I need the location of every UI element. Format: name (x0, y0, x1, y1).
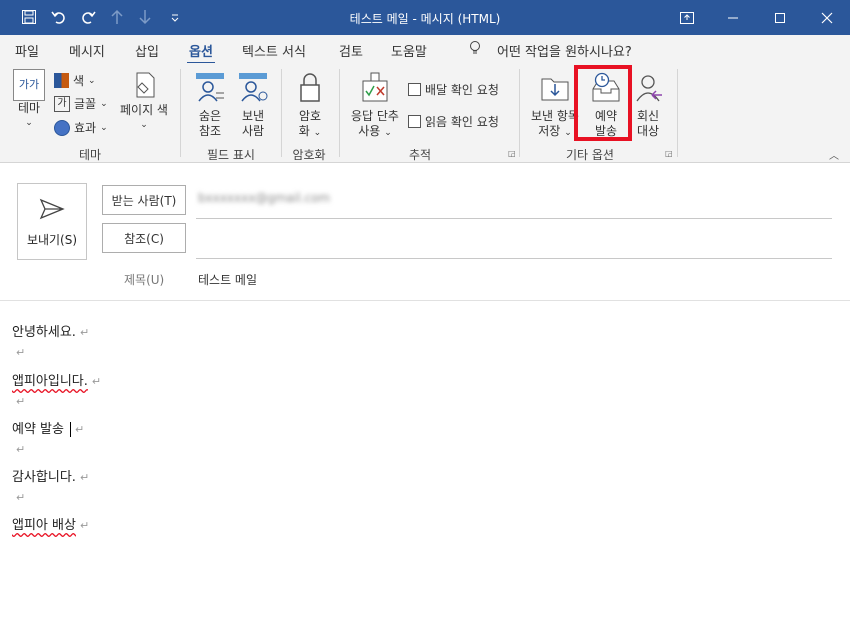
send-icon (39, 198, 65, 220)
body-line: 안녕하세요. ↵ (12, 325, 90, 340)
tab-message[interactable]: 메시지 (69, 41, 105, 60)
checkbox-icon (408, 83, 421, 96)
colors-button[interactable]: 색 ⌄ (54, 72, 96, 89)
group-label-tracking: 추적 (408, 148, 432, 162)
tab-insert[interactable]: 삽입 (135, 41, 159, 60)
from-icon (239, 73, 268, 102)
group-divider (281, 69, 282, 157)
message-body[interactable]: 안녕하세요. ↵ ↵ 앱피아입니다. ↵ ↵ 예약 발송 ↵ ↵ 감사합니다. ↵ ↵ … (0, 301, 850, 643)
request-delivery-receipt-checkbox[interactable]: 배달 확인 요청 (408, 81, 499, 98)
group-label-more-options: 기타 옵션 (566, 148, 614, 162)
themes-button[interactable]: 가가 테마 ⌄ (11, 69, 47, 131)
tab-review[interactable]: 검토 (339, 41, 363, 60)
page-color-button[interactable]: 페이지 색 ⌄ (114, 71, 174, 133)
minimize-icon[interactable] (710, 0, 756, 35)
cc-button[interactable]: 참조(C) (102, 223, 186, 253)
group-divider (180, 69, 181, 157)
from-button[interactable]: 보낸 사람 (235, 71, 271, 139)
title-bar: 테스트 메일 - 메시지 (HTML) (0, 0, 850, 35)
body-line: 감사합니다. ↵ (12, 470, 90, 485)
group-label-theme: 테마 (78, 148, 102, 162)
font-icon: 가 (54, 95, 70, 112)
request-read-receipt-checkbox[interactable]: 읽음 확인 요청 (408, 113, 499, 130)
direct-replies-button[interactable]: 회신 대상 (631, 71, 665, 139)
to-button[interactable]: 받는 사람(T) (102, 185, 186, 215)
voting-buttons-button[interactable]: 응답 단추 사용 ⌄ (346, 71, 404, 141)
group-divider (519, 69, 520, 157)
themes-icon: 가가 (13, 69, 45, 101)
to-underline (196, 218, 832, 219)
voting-icon (362, 72, 388, 102)
body-line: ↵ (16, 443, 26, 456)
lock-icon (300, 73, 320, 102)
body-line: 앱피아 배상 ↵ (12, 518, 90, 533)
group-label-show-fields: 필드 표시 (207, 148, 255, 162)
color-palette-icon (54, 73, 69, 88)
checkbox-icon (408, 115, 421, 128)
page-color-icon (136, 72, 155, 98)
body-line: ↵ (16, 491, 26, 504)
text-cursor (69, 422, 71, 437)
to-input[interactable]: bxxxxxxx@gmail.com (198, 191, 330, 205)
bcc-button[interactable]: 숨은 참조 (192, 71, 228, 139)
tell-me-search[interactable]: 어떤 작업을 원하시나요? (497, 41, 632, 60)
effects-button[interactable]: 효과 ⌄ (54, 119, 108, 136)
tab-format-text[interactable]: 텍스트 서식 (242, 41, 306, 60)
compose-header: 보내기(S) 받는 사람(T) bxxxxxxx@gmail.com 참조(C)… (0, 163, 850, 301)
body-line: 앱피아입니다. ↵ (12, 374, 102, 389)
effects-icon (54, 119, 70, 136)
body-line: ↵ (16, 346, 26, 359)
group-divider (677, 69, 678, 157)
encrypt-button[interactable]: 암호 화 ⌄ (292, 71, 328, 141)
ribbon: 가가 테마 ⌄ 색 ⌄ 가 글꼴 ⌄ 효과 ⌄ 페이지 색 ⌄ 테마 숨은 참조 보낸… (0, 63, 850, 163)
body-line: ↵ (16, 395, 26, 408)
tab-help[interactable]: 도움말 (391, 41, 427, 60)
maximize-icon[interactable] (757, 0, 803, 35)
group-label-encrypt: 암호화 (292, 148, 326, 162)
subject-label: 제목(U) (124, 273, 165, 287)
folder-arrow-icon (541, 78, 569, 101)
ribbon-display-options-icon[interactable] (664, 0, 710, 35)
subject-input[interactable]: 테스트 메일 (198, 271, 257, 288)
tracking-dialog-launcher-icon[interactable]: ◲ (508, 149, 516, 158)
tab-file[interactable]: 파일 (15, 41, 39, 60)
close-icon[interactable] (804, 0, 850, 35)
bcc-icon (196, 73, 224, 102)
send-button[interactable]: 보내기(S) (17, 183, 87, 260)
collapse-ribbon-icon[interactable]: ︿ (829, 147, 839, 162)
ribbon-tabs: 파일 메시지 삽입 옵션 텍스트 서식 검토 도움말 어떤 작업을 원하시나요? (0, 35, 850, 65)
direct-replies-icon (636, 75, 662, 102)
cc-underline (196, 258, 832, 259)
tab-options[interactable]: 옵션 (187, 41, 215, 65)
more-options-dialog-launcher-icon[interactable]: ◲ (665, 149, 673, 158)
fonts-button[interactable]: 가 글꼴 ⌄ (54, 95, 108, 112)
delay-delivery-highlight-box (574, 65, 632, 141)
lightbulb-icon (468, 40, 482, 60)
body-line: 예약 발송 ↵ (12, 422, 85, 437)
group-divider (339, 69, 340, 157)
